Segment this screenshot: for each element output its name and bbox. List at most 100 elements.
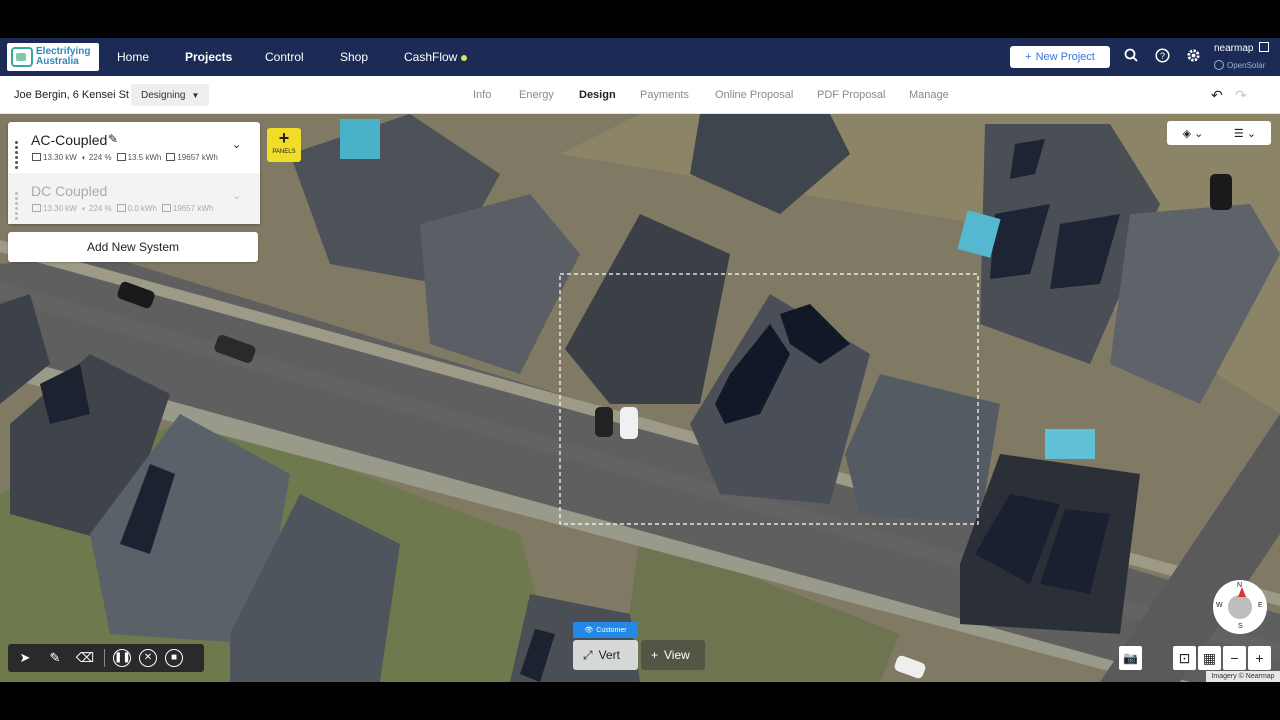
plus-icon: + bbox=[651, 648, 659, 662]
eye-icon: 👁 bbox=[584, 627, 594, 634]
edit-pencil-icon[interactable]: ✎ bbox=[108, 132, 118, 146]
bottom-letterbox bbox=[0, 682, 1280, 720]
layers-icon[interactable]: ◈ ⌄ bbox=[1167, 127, 1219, 140]
zoom-in-button[interactable]: + bbox=[1248, 646, 1271, 670]
nav-control[interactable]: Control bbox=[265, 50, 304, 64]
compass-n: N bbox=[1237, 582, 1243, 589]
vert-view-button[interactable]: ⤢ Vert bbox=[573, 640, 638, 670]
logo-text-line2: Australia bbox=[36, 56, 79, 67]
focus-icon[interactable]: ⊡ bbox=[1173, 646, 1196, 670]
nearmap-label: nearmap bbox=[1214, 43, 1254, 54]
opensolar-logo-icon bbox=[1214, 60, 1224, 70]
chevron-down-icon[interactable]: ⌄ bbox=[232, 189, 241, 202]
tab-info[interactable]: Info bbox=[473, 89, 491, 101]
system-battery: 0.0 kWh bbox=[127, 204, 157, 213]
cancel-icon[interactable]: ✕ bbox=[139, 649, 157, 667]
zoom-controls: ⊡ ▦ − + bbox=[1173, 646, 1271, 670]
opensolar-brand: OpenSolar bbox=[1214, 60, 1265, 70]
app-frame: Electrifying Australia Home Projects Con… bbox=[0, 0, 1280, 720]
battery-icon bbox=[116, 153, 126, 161]
filter-settings-icon[interactable]: ☰ ⌄ bbox=[1219, 127, 1271, 140]
nav-shop[interactable]: Shop bbox=[340, 50, 368, 64]
add-panels-button[interactable]: + PANELS bbox=[267, 128, 301, 162]
system-kw: 13.30 kW bbox=[43, 204, 77, 213]
nav-projects[interactable]: Projects bbox=[185, 50, 232, 64]
tab-online-proposal[interactable]: Online Proposal bbox=[715, 89, 793, 101]
solar-panel-icon bbox=[32, 153, 41, 161]
imagery-credit: Imagery © Nearmap bbox=[1206, 671, 1280, 682]
brush-icon[interactable]: ⌫ bbox=[74, 647, 96, 669]
nearmap-brand: nearmap bbox=[1214, 42, 1270, 54]
zoom-out-button[interactable]: − bbox=[1223, 646, 1246, 670]
system-row-ac-coupled[interactable]: AC-Coupled ✎ 13.30 kW ◐ 224 % 13.5 kWh 1… bbox=[8, 122, 260, 173]
customer-badge-label: Customer bbox=[596, 626, 627, 634]
plus-icon: + bbox=[1025, 51, 1032, 63]
system-name: AC-Coupled bbox=[31, 132, 108, 148]
map-layer-controls: ◈ ⌄ ☰ ⌄ bbox=[1167, 121, 1271, 145]
battery-icon bbox=[116, 204, 126, 212]
nav-cashflow[interactable]: CashFlow bbox=[404, 50, 468, 64]
system-name: DC Coupled bbox=[31, 183, 108, 199]
tab-manage[interactable]: Manage bbox=[909, 89, 949, 101]
tab-energy[interactable]: Energy bbox=[519, 89, 554, 101]
compass-widget[interactable]: N S E W bbox=[1213, 580, 1267, 634]
energy-icon bbox=[161, 204, 171, 212]
offset-icon: ◐ bbox=[81, 204, 87, 213]
drawing-toolbar: ➤ ✎ ⌫ ❚❚ ✕ ■ bbox=[8, 644, 204, 672]
view-label: View bbox=[664, 648, 690, 662]
systems-panel: AC-Coupled ✎ 13.30 kW ◐ 224 % 13.5 kWh 1… bbox=[8, 122, 260, 224]
svg-text:?: ? bbox=[1159, 51, 1164, 61]
tab-design[interactable]: Design bbox=[579, 89, 616, 101]
logo-icon bbox=[11, 47, 33, 67]
tab-pdf-proposal[interactable]: PDF Proposal bbox=[817, 89, 885, 101]
cashflow-status-dot bbox=[461, 54, 468, 61]
chevron-down-icon[interactable]: ⌄ bbox=[232, 138, 241, 151]
brand-logo[interactable]: Electrifying Australia bbox=[7, 43, 99, 71]
panels-label: PANELS bbox=[272, 149, 296, 155]
system-row-dc-coupled[interactable]: DC Coupled 13.30 kW ◐ 224 % 0.0 kWh 1965… bbox=[8, 173, 260, 224]
add-view-button[interactable]: + View bbox=[641, 640, 705, 670]
system-stats: 13.30 kW ◐ 224 % 13.5 kWh 19657 kWh bbox=[32, 153, 218, 162]
nearmap-toggle-icon[interactable] bbox=[1259, 42, 1270, 52]
customer-address: Joe Bergin, 6 Kensei St bbox=[14, 89, 129, 101]
new-project-label: New Project bbox=[1035, 51, 1095, 63]
system-energy: 19657 kWh bbox=[172, 204, 214, 213]
project-subbar: Joe Bergin, 6 Kensei St Designing ▼ Info… bbox=[0, 76, 1280, 114]
drag-handle-icon[interactable] bbox=[15, 191, 23, 220]
redo-icon[interactable]: ↷ bbox=[1235, 87, 1247, 104]
vert-label: Vert bbox=[598, 648, 620, 662]
select-cursor-icon[interactable]: ➤ bbox=[14, 647, 36, 669]
customer-view-badge[interactable]: 👁 Customer bbox=[573, 622, 638, 638]
pencil-draw-icon[interactable]: ✎ bbox=[44, 647, 66, 669]
compass-e: E bbox=[1258, 602, 1263, 609]
compass-w: W bbox=[1216, 602, 1223, 609]
drag-handle-icon[interactable] bbox=[15, 140, 23, 169]
stop-icon[interactable]: ■ bbox=[165, 649, 183, 667]
help-icon[interactable]: ? bbox=[1153, 48, 1171, 66]
compass-dial bbox=[1228, 595, 1252, 619]
tab-payments[interactable]: Payments bbox=[640, 89, 689, 101]
system-energy: 19657 kWh bbox=[177, 153, 218, 162]
new-project-button[interactable]: + New Project bbox=[1010, 46, 1110, 68]
caret-down-icon: ▼ bbox=[191, 90, 200, 100]
view-mode-icon[interactable]: ▦ bbox=[1198, 646, 1221, 670]
solar-panel-icon bbox=[32, 204, 41, 212]
offset-icon: ◐ bbox=[81, 153, 87, 162]
pause-icon[interactable]: ❚❚ bbox=[113, 649, 131, 667]
undo-icon[interactable]: ↶ bbox=[1211, 87, 1223, 104]
energy-icon bbox=[166, 153, 176, 161]
search-icon[interactable] bbox=[1122, 48, 1140, 66]
status-label: Designing bbox=[141, 89, 186, 101]
status-dropdown[interactable]: Designing ▼ bbox=[131, 84, 210, 106]
camera-icon[interactable]: 📷 bbox=[1119, 646, 1142, 670]
vert-icon: ⤢ bbox=[583, 647, 593, 662]
toolbar-divider bbox=[104, 649, 105, 667]
add-new-system-button[interactable]: Add New System bbox=[8, 232, 258, 262]
settings-gear-icon[interactable] bbox=[1184, 48, 1202, 66]
system-stats: 13.30 kW ◐ 224 % 0.0 kWh 19657 kWh bbox=[32, 204, 213, 213]
nav-cashflow-label: CashFlow bbox=[404, 50, 458, 64]
system-battery: 13.5 kWh bbox=[127, 153, 162, 162]
compass-s: S bbox=[1238, 623, 1243, 630]
nav-home[interactable]: Home bbox=[117, 50, 149, 64]
opensolar-label: OpenSolar bbox=[1227, 60, 1266, 70]
